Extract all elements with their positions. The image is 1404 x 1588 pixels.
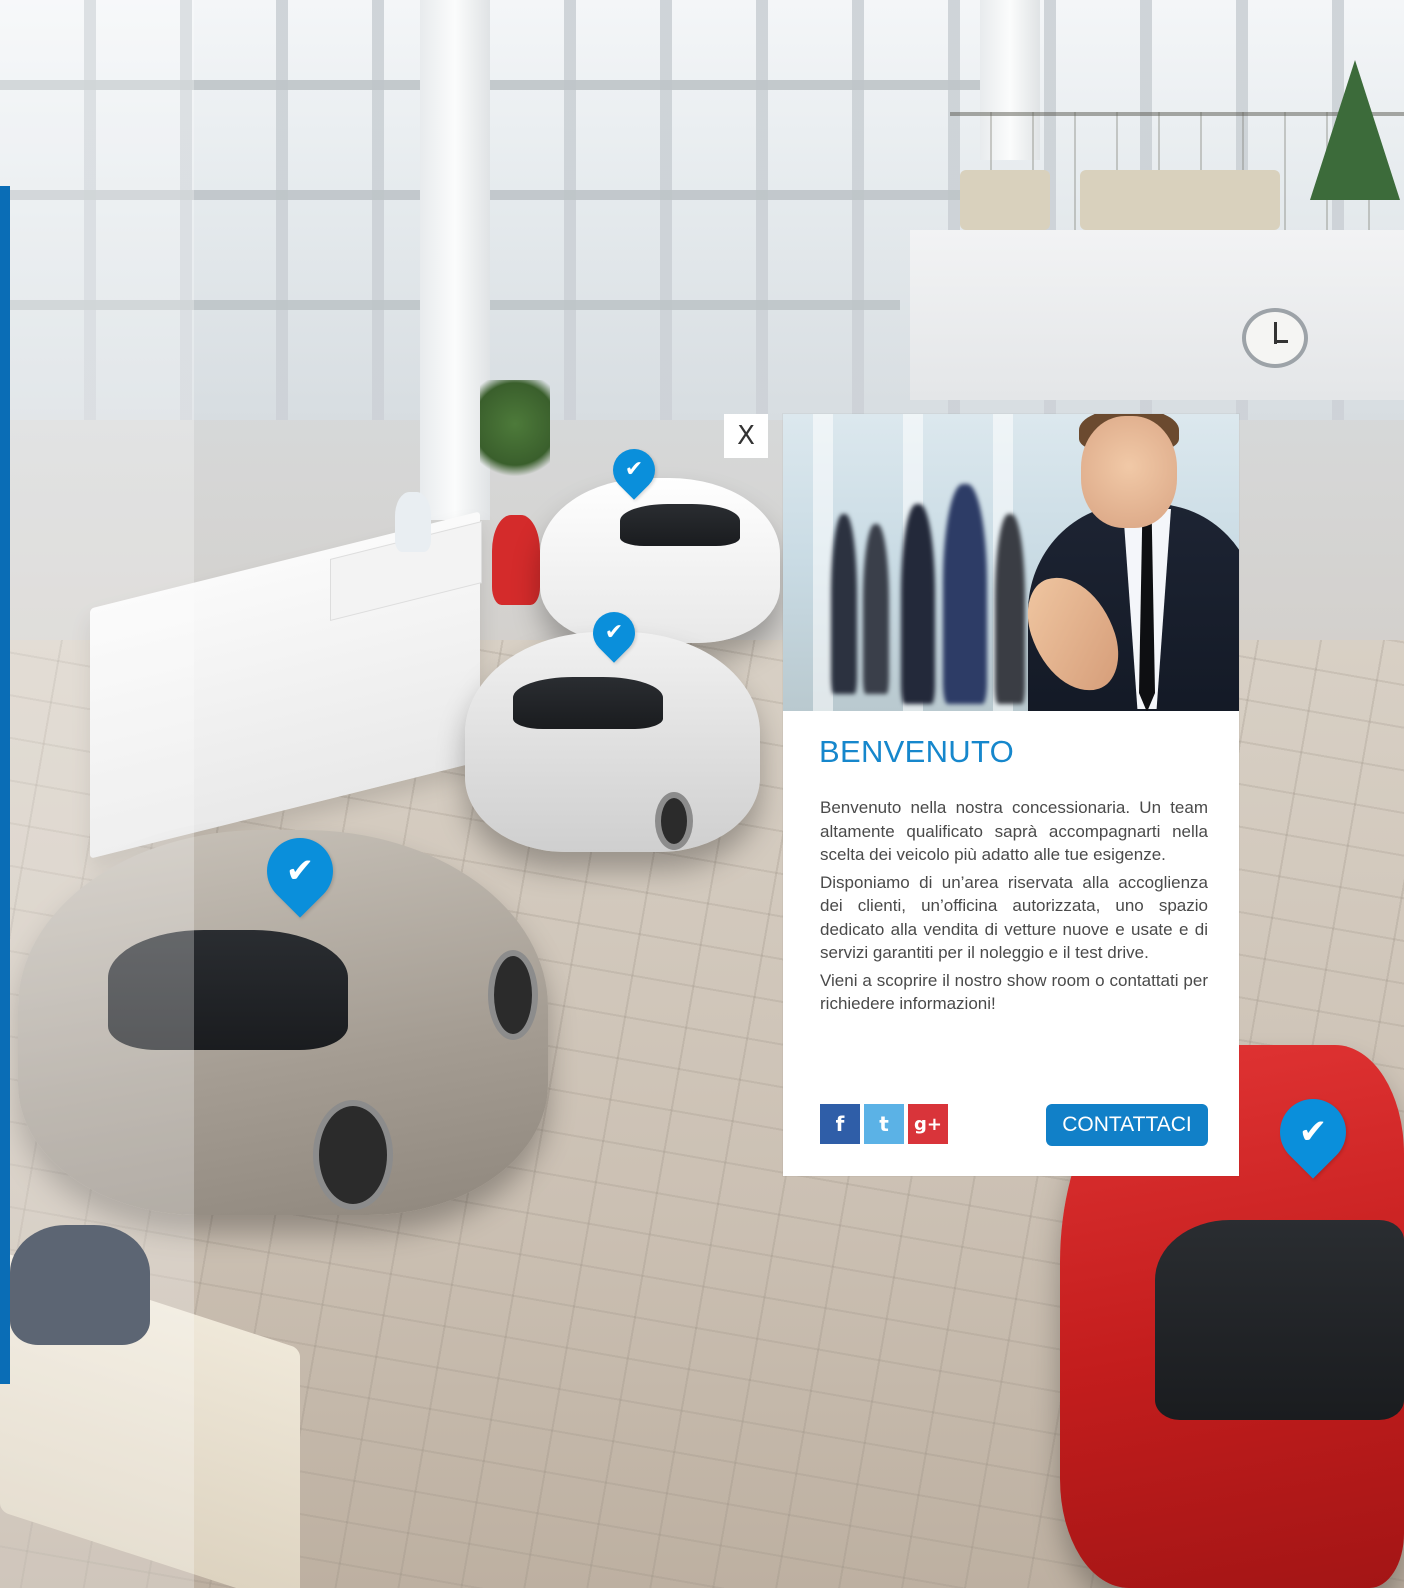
mezzanine-wall [910, 230, 1404, 400]
left-accent-edge [0, 186, 10, 1384]
photo-window [813, 414, 833, 711]
car-windshield [620, 504, 740, 546]
left-translucent-panel [0, 0, 194, 1588]
close-button[interactable]: X [724, 414, 768, 458]
silver-hatchback [465, 632, 760, 852]
background-person [863, 524, 889, 694]
check-icon: ✔ [624, 457, 644, 482]
background-person [831, 514, 857, 694]
person [395, 492, 431, 552]
googleplus-icon[interactable]: g+ [908, 1104, 948, 1144]
mezzanine-sofa [1080, 170, 1280, 230]
modal-paragraph: Vieni a scoprire il nostro show room o c… [820, 970, 1208, 1014]
check-icon: ✔ [285, 851, 315, 891]
plant [480, 380, 550, 490]
car-wheel [488, 950, 538, 1040]
salesman-photo [783, 414, 1239, 711]
background-person [901, 504, 935, 704]
check-icon: ✔ [1298, 1112, 1328, 1152]
car-wheel [313, 1100, 393, 1210]
car-rear-window [513, 677, 663, 729]
mezzanine-sofa [960, 170, 1050, 230]
background-person [995, 514, 1025, 704]
welcome-modal: BENVENUTO Benvenuto nella nostra concess… [783, 414, 1239, 1176]
twitter-icon[interactable]: t [864, 1104, 904, 1144]
christmas-tree [1310, 60, 1400, 200]
check-icon: ✔ [604, 620, 624, 645]
modal-body: Benvenuto nella nostra concessionaria. U… [820, 796, 1208, 1020]
social-links: f t g+ [820, 1104, 948, 1144]
wall-clock [1242, 308, 1308, 368]
modal-title: BENVENUTO [819, 734, 1015, 769]
modal-paragraph: Disponiamo di un’area riservata alla acc… [820, 872, 1208, 963]
car-rear-window [1155, 1220, 1404, 1420]
modal-paragraph: Benvenuto nella nostra concessionaria. U… [820, 798, 1208, 864]
facebook-icon[interactable]: f [820, 1104, 860, 1144]
contact-button[interactable]: CONTATTACI [1046, 1104, 1208, 1146]
car-wheel [655, 792, 693, 850]
white-car [540, 478, 780, 643]
showroom-stage: ✔ ✔ ✔ ✔ X BENVENUTO Benvenuto nella nost… [0, 0, 1404, 1588]
person [492, 515, 540, 605]
salesman-face [1081, 416, 1177, 528]
background-person [943, 484, 987, 704]
